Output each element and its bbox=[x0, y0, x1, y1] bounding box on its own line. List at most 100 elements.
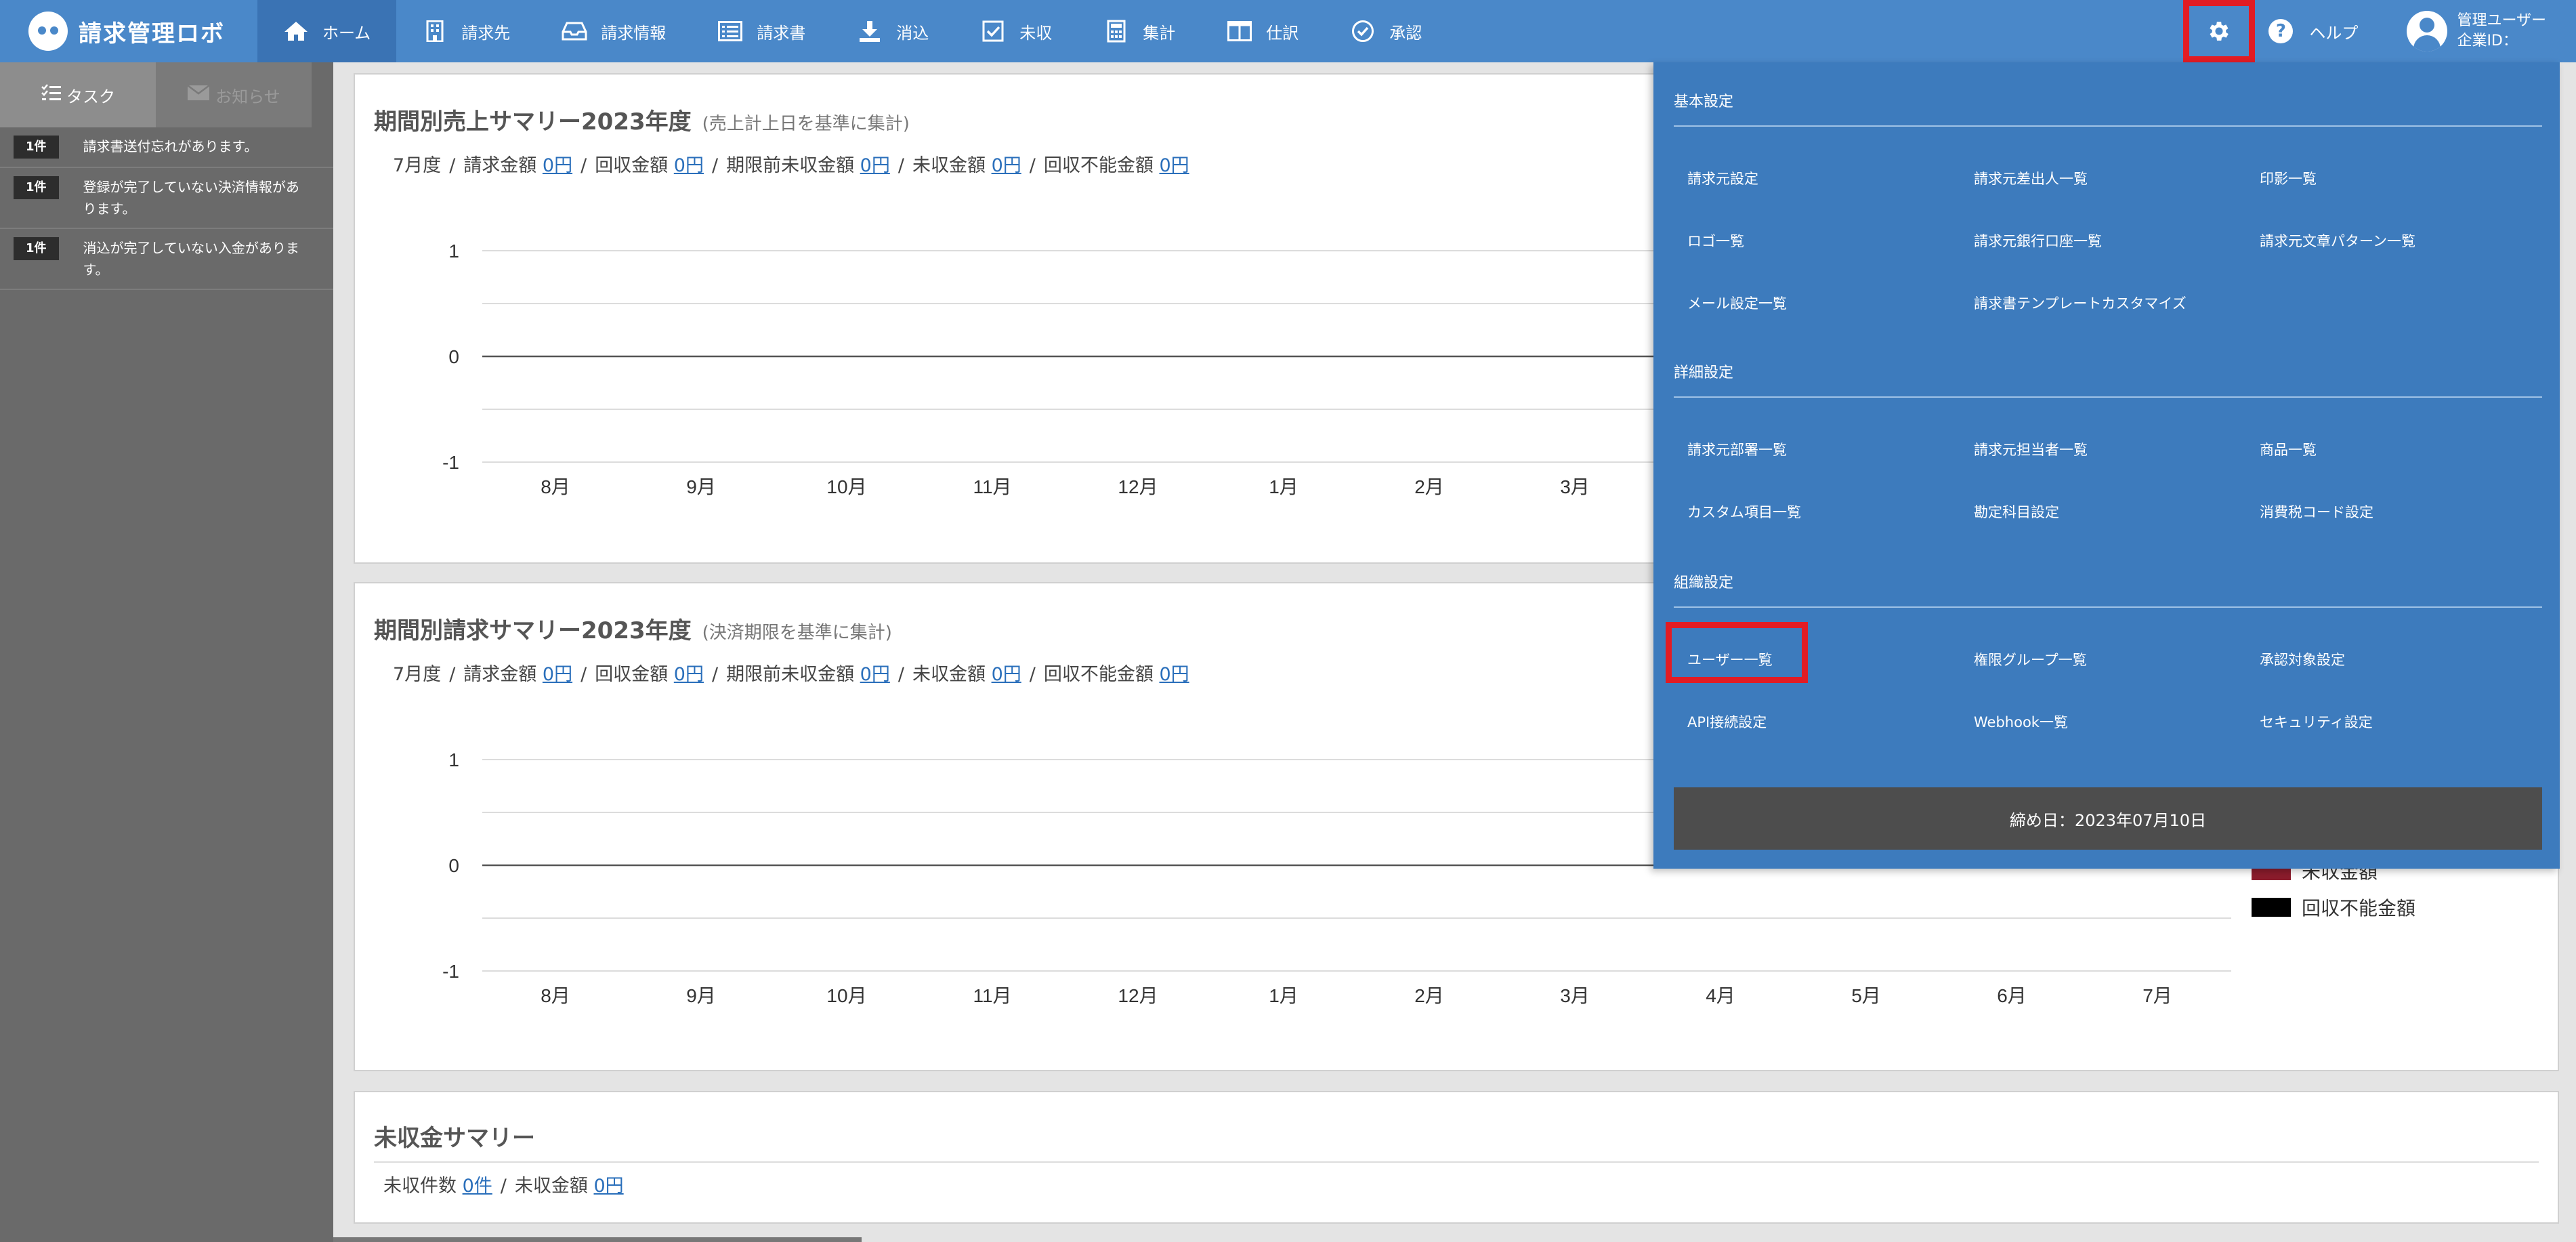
settings-menu-item[interactable]: 請求元担当者一覧 bbox=[1974, 439, 2088, 459]
settings-menu-item[interactable]: 請求元銀行口座一覧 bbox=[1974, 230, 2102, 251]
x-tick-label: 9月 bbox=[686, 476, 716, 497]
nav-item-label: 集計 bbox=[1143, 23, 1176, 43]
x-tick-label: 1月 bbox=[1269, 985, 1298, 1006]
y-tick-label: 0 bbox=[448, 346, 459, 367]
legend-entry[interactable]: 回収不能金額 bbox=[2252, 894, 2415, 921]
settings-menu-item[interactable]: 商品一覧 bbox=[2260, 439, 2317, 459]
x-tick-label: 3月 bbox=[1560, 476, 1590, 497]
nav-item-8[interactable]: 承認 bbox=[1324, 0, 1448, 62]
summary-amount-link[interactable]: 0件 bbox=[463, 1176, 492, 1197]
settings-menu-item[interactable]: 消費税コード設定 bbox=[2260, 501, 2373, 522]
settings-button[interactable] bbox=[2183, 0, 2256, 62]
x-tick-label: 4月 bbox=[1706, 985, 1735, 1006]
settings-menu-item[interactable]: 請求元差出人一覧 bbox=[1974, 168, 2088, 188]
x-tick-label: 6月 bbox=[1997, 985, 2027, 1006]
task-count-badge: 1件 bbox=[14, 136, 59, 159]
user-name: 管理ユーザー bbox=[2457, 12, 2546, 29]
task-list-icon bbox=[41, 84, 61, 106]
building-icon bbox=[422, 20, 448, 43]
settings-menu-item[interactable]: セキュリティ設定 bbox=[2260, 711, 2373, 732]
columns-icon bbox=[1227, 20, 1252, 43]
y-tick-label: -1 bbox=[442, 961, 459, 982]
nav-item-2[interactable]: 請求情報 bbox=[536, 0, 692, 62]
sidebar: タスク お知らせ 1件 請求書送付忘れがあります。 1件 登録が完了していない決済情報… bbox=[0, 62, 333, 1242]
settings-menu-item[interactable]: メール設定一覧 bbox=[1687, 293, 1787, 313]
settings-section-title: 組織設定 bbox=[1674, 575, 1734, 592]
nav-item-label: 未収 bbox=[1019, 23, 1053, 43]
unpaid-summary-title: 未収金サマリー bbox=[374, 1125, 535, 1152]
help-link[interactable]: ? ヘルプ bbox=[2268, 19, 2358, 43]
settings-menu-item[interactable]: 請求元部署一覧 bbox=[1687, 439, 1787, 459]
x-tick-label: 8月 bbox=[541, 476, 570, 497]
nav-item-7[interactable]: 仕訳 bbox=[1201, 0, 1324, 62]
settings-menu-item[interactable]: 権限グループ一覧 bbox=[1974, 649, 2087, 669]
summary-label: 未収金額 bbox=[514, 1176, 588, 1197]
x-tick-label: 12月 bbox=[1118, 476, 1158, 497]
inbox-icon bbox=[562, 20, 587, 43]
main-nav: ホーム 請求先 請求情報 請求書 消込 未収 集計 仕訳 承認 bbox=[257, 0, 1448, 62]
settings-menu-item[interactable]: 請求書テンプレートカスタマイズ bbox=[1974, 293, 2187, 313]
task-item[interactable]: 1件 登録が完了していない決済情報があります。 bbox=[0, 168, 333, 229]
y-tick-label: 0 bbox=[448, 855, 459, 876]
settings-section-divider bbox=[1674, 125, 2542, 127]
tab-task[interactable]: タスク bbox=[0, 62, 156, 127]
horizontal-scrollbar[interactable] bbox=[333, 1237, 862, 1242]
nav-item-4[interactable]: 消込 bbox=[831, 0, 954, 62]
closing-date-bar: 締め日：2023年07月10日 bbox=[1674, 787, 2542, 850]
download-icon bbox=[857, 20, 883, 43]
app-name: 請求管理ロボ bbox=[79, 20, 225, 47]
calculator-icon bbox=[1103, 20, 1129, 43]
nav-item-6[interactable]: 集計 bbox=[1078, 0, 1201, 62]
top-header: 請求管理ロボ ホーム 請求先 請求情報 請求書 消込 未収 集計 仕訳 承認 ? ヘルプ 管理ユ… bbox=[0, 0, 2576, 62]
user-menu[interactable]: 管理ユーザー 企業ID： bbox=[2407, 11, 2546, 51]
settings-menu-item[interactable]: 請求元文章パターン一覧 bbox=[2260, 230, 2415, 251]
app-logo[interactable]: 請求管理ロボ bbox=[0, 0, 257, 62]
settings-menu-item[interactable]: API接続設定 bbox=[1687, 711, 1767, 732]
x-tick-label: 2月 bbox=[1414, 985, 1444, 1006]
envelope-icon bbox=[187, 85, 210, 105]
summary-label: 未収件数 bbox=[383, 1176, 457, 1197]
y-tick-label: 1 bbox=[448, 241, 459, 262]
settings-menu-item[interactable]: 印影一覧 bbox=[2260, 168, 2317, 188]
settings-menu-item[interactable]: 勘定科目設定 bbox=[1974, 501, 2059, 522]
task-item[interactable]: 1件 消込が完了していない入金があります。 bbox=[0, 229, 333, 290]
robot-logo-icon bbox=[28, 12, 68, 51]
nav-item-0[interactable]: ホーム bbox=[257, 0, 397, 62]
settings-section-divider bbox=[1674, 606, 2542, 608]
settings-menu-item[interactable]: カスタム項目一覧 bbox=[1687, 501, 1801, 522]
settings-section-divider bbox=[1674, 396, 2542, 398]
x-tick-label: 9月 bbox=[686, 985, 716, 1006]
settings-menu-item[interactable]: Webhook一覧 bbox=[1974, 711, 2068, 732]
nav-item-5[interactable]: 未収 bbox=[954, 0, 1078, 62]
nav-item-label: 請求先 bbox=[461, 23, 511, 43]
question-icon: ? bbox=[2268, 19, 2294, 43]
settings-menu-item[interactable]: 承認対象設定 bbox=[2260, 649, 2345, 669]
summary-amount-link[interactable]: 0円 bbox=[593, 1176, 623, 1197]
x-tick-label: 12月 bbox=[1118, 985, 1158, 1006]
checkbox-icon bbox=[980, 20, 1006, 43]
x-tick-label: 8月 bbox=[541, 985, 570, 1006]
legend-swatch bbox=[2252, 898, 2291, 917]
settings-menu-item[interactable]: 請求元設定 bbox=[1687, 168, 1758, 188]
nav-item-1[interactable]: 請求先 bbox=[396, 0, 536, 62]
task-list: 1件 請求書送付忘れがあります。 1件 登録が完了していない決済情報があります。 1件消… bbox=[0, 127, 333, 290]
nav-item-label: 仕訳 bbox=[1266, 23, 1299, 43]
x-tick-label: 3月 bbox=[1560, 985, 1590, 1006]
settings-menu-item[interactable]: ユーザー一覧 bbox=[1687, 649, 1773, 669]
task-text: 消込が完了していない入金があります。 bbox=[83, 240, 299, 278]
nav-item-label: 請求情報 bbox=[601, 23, 667, 43]
x-tick-label: 1月 bbox=[1269, 476, 1298, 497]
nav-item-3[interactable]: 請求書 bbox=[692, 0, 831, 62]
task-item[interactable]: 1件 請求書送付忘れがあります。 bbox=[0, 127, 333, 168]
settings-menu-item[interactable]: ロゴ一覧 bbox=[1687, 230, 1744, 251]
nav-item-label: ホーム bbox=[322, 23, 371, 43]
nav-item-label: 請求書 bbox=[757, 23, 806, 43]
x-tick-label: 11月 bbox=[973, 985, 1011, 1006]
home-icon bbox=[283, 20, 309, 43]
unpaid-summary-line: 未収件数 0件 / 未収金額 0円 bbox=[383, 1176, 624, 1197]
company-id: 企業ID： bbox=[2457, 33, 2518, 49]
settings-section-title: 詳細設定 bbox=[1674, 365, 1734, 381]
unpaid-summary-panel: 未収金サマリー 未収件数 0件 / 未収金額 0円 bbox=[354, 1091, 2559, 1224]
x-tick-label: 2月 bbox=[1414, 476, 1444, 497]
tab-notice[interactable]: お知らせ bbox=[156, 62, 312, 127]
